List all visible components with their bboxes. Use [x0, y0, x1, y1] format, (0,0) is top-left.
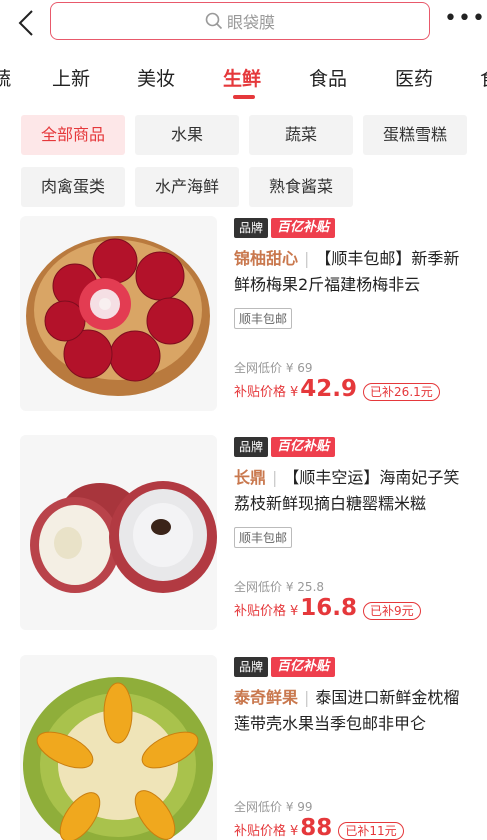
tab-vegetable[interactable]: 蔬	[0, 64, 11, 91]
top-bar: 眼袋膜 •••	[0, 0, 487, 44]
subsidy-amount: 已补26.1元	[363, 383, 440, 401]
product-title: 锦柚甜心 | 【顺丰包邮】新季新鲜杨梅果2斤福建杨梅非云	[234, 249, 460, 294]
tab-next[interactable]: 食	[480, 64, 487, 91]
chip-meat-eggs[interactable]: 肉禽蛋类	[21, 167, 125, 207]
tab-beauty[interactable]: 美妆	[137, 64, 175, 91]
subsidy-amount: 已补11元	[338, 822, 404, 840]
back-icon[interactable]	[14, 8, 38, 38]
chip-all-products[interactable]: 全部商品	[21, 115, 125, 155]
subsidized-price-row: 补贴价格 ¥ 16.8 已补9元	[234, 595, 421, 621]
product-title: 长鼎 | 【顺丰空运】海南妃子笑荔枝新鲜现摘白糖罂糯米糍	[234, 468, 460, 513]
product-image-bayberry	[20, 216, 217, 411]
tab-food[interactable]: 食品	[309, 64, 347, 91]
product-badges: 品牌 百亿补贴	[234, 218, 336, 238]
product-card[interactable]: 品牌 百亿补贴 长鼎 | 【顺丰空运】海南妃子笑荔枝新鲜现摘白糖罂糯米糍 顺丰包邮 …	[20, 435, 480, 630]
active-tab-indicator	[233, 95, 255, 99]
subsidized-price-row: 补贴价格 ¥ 42.9 已补26.1元	[234, 376, 440, 402]
more-icon[interactable]: •••	[444, 8, 485, 32]
brand-badge: 品牌	[234, 218, 269, 238]
brand-badge: 品牌	[234, 657, 269, 677]
tab-medicine[interactable]: 医药	[395, 64, 433, 91]
chip-vegetables[interactable]: 蔬菜	[249, 115, 353, 155]
subsidy-badge: 百亿补贴	[271, 657, 336, 677]
original-price: 全网低价 ¥ 25.8	[234, 580, 325, 594]
shipping-tag: 顺丰包邮	[234, 308, 293, 329]
chip-fruit[interactable]: 水果	[135, 115, 239, 155]
product-card[interactable]: 品牌 百亿补贴 锦柚甜心 | 【顺丰包邮】新季新鲜杨梅果2斤福建杨梅非云 顺丰包邮 …	[20, 216, 480, 411]
search-input[interactable]: 眼袋膜	[50, 2, 430, 40]
product-brand: 泰奇鲜果	[234, 688, 299, 707]
shipping-tag: 顺丰包邮	[234, 527, 293, 548]
subsidized-price-row: 补贴价格 ¥ 88 已补11元	[234, 815, 404, 840]
product-info: 品牌 百亿补贴 长鼎 | 【顺丰空运】海南妃子笑荔枝新鲜现摘白糖罂糯米糍 顺丰包邮 …	[234, 435, 480, 630]
chip-cake-icecream[interactable]: 蛋糕雪糕	[363, 115, 467, 155]
tab-fresh[interactable]: 生鲜	[223, 64, 261, 91]
brand-badge: 品牌	[234, 437, 269, 457]
product-info: 品牌 百亿补贴 泰奇鲜果 | 泰国进口新鲜金枕榴莲带壳水果当季包邮非甲仑 全网低价 …	[234, 655, 480, 840]
subsidized-price: 16.8	[300, 595, 358, 621]
subsidy-badge: 百亿补贴	[271, 218, 336, 238]
product-badges: 品牌 百亿补贴	[234, 437, 336, 457]
product-info: 品牌 百亿补贴 锦柚甜心 | 【顺丰包邮】新季新鲜杨梅果2斤福建杨梅非云 顺丰包邮 …	[234, 216, 480, 411]
product-badges: 品牌 百亿补贴	[234, 657, 336, 677]
product-title-text: 【顺丰空运】海南妃子笑荔枝新鲜现摘白糖罂糯米糍	[234, 468, 460, 513]
original-price: 全网低价 ¥ 69	[234, 361, 313, 375]
subsidy-amount: 已补9元	[363, 602, 421, 620]
search-icon	[205, 12, 223, 30]
product-card[interactable]: 品牌 百亿补贴 泰奇鲜果 | 泰国进口新鲜金枕榴莲带壳水果当季包邮非甲仑 全网低价 …	[20, 655, 480, 840]
product-title: 泰奇鲜果 | 泰国进口新鲜金枕榴莲带壳水果当季包邮非甲仑	[234, 688, 460, 733]
subsidized-price: 42.9	[300, 376, 358, 402]
category-tabs: 蔬 上新 美妆 生鲜 食品 医药 食	[0, 56, 487, 100]
product-image-lychee	[20, 435, 217, 630]
chip-deli[interactable]: 熟食酱菜	[249, 167, 353, 207]
tab-new[interactable]: 上新	[52, 64, 90, 91]
product-brand: 锦柚甜心	[234, 249, 299, 268]
subsidy-badge: 百亿补贴	[271, 437, 336, 457]
original-price: 全网低价 ¥ 99	[234, 800, 313, 814]
product-image-durian	[20, 655, 217, 840]
search-placeholder: 眼袋膜	[226, 13, 275, 32]
subsidized-price: 88	[300, 815, 333, 840]
product-brand: 长鼎	[234, 468, 267, 487]
chip-seafood[interactable]: 水产海鲜	[135, 167, 239, 207]
